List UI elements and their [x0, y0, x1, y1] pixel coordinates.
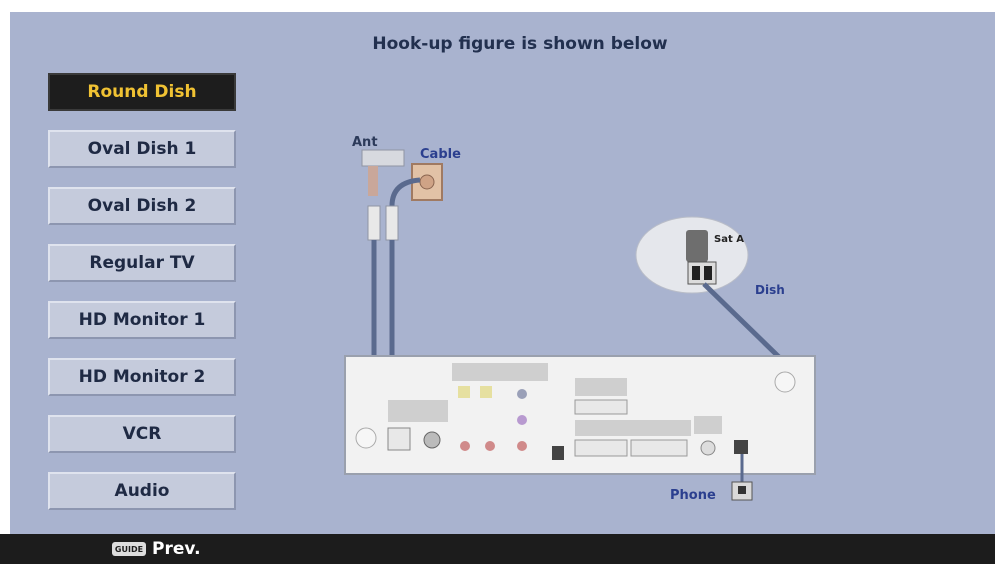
receiver-back-panel	[344, 355, 816, 475]
satellite-dish-icon	[635, 216, 749, 294]
sat-label: Sat A	[714, 234, 744, 245]
coax-splitter-icon	[367, 205, 399, 241]
prev-button[interactable]: GUIDE Prev.	[112, 539, 201, 559]
phone-jack-icon	[731, 481, 753, 501]
guide-key-icon: GUIDE	[112, 542, 146, 556]
dish-label: Dish	[755, 283, 785, 297]
prev-label: Prev.	[152, 539, 201, 559]
phone-label: Phone	[670, 488, 716, 503]
ant-label: Ant	[352, 135, 378, 150]
bottom-bar: GUIDE Prev.	[0, 534, 995, 564]
cable-label: Cable	[420, 147, 461, 162]
hookup-diagram: Ant Cable Sat A Dish Phone	[344, 135, 816, 503]
